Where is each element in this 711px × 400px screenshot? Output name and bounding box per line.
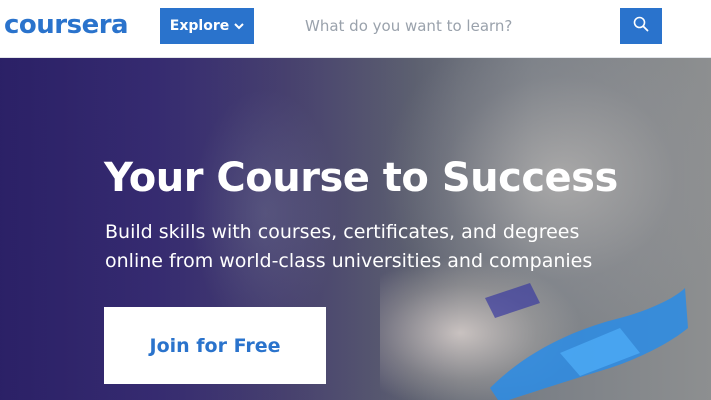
join-for-free-button[interactable]: Join for Free bbox=[104, 307, 326, 384]
hero-subtitle: Build skills with courses, certificates,… bbox=[105, 221, 593, 272]
explore-button-label: Explore bbox=[169, 18, 230, 34]
hero-title: Your Course to Success bbox=[104, 155, 618, 201]
hero-banner: Your Course to Success Build skills with… bbox=[0, 58, 711, 400]
search-input[interactable] bbox=[293, 8, 620, 44]
search-button[interactable] bbox=[620, 8, 662, 44]
top-header: coursera Explore bbox=[0, 0, 711, 58]
chevron-down-icon bbox=[234, 22, 244, 30]
explore-button[interactable]: Explore bbox=[160, 8, 254, 44]
coursera-logo[interactable]: coursera bbox=[4, 10, 129, 40]
search-icon bbox=[633, 16, 649, 36]
search-box bbox=[293, 8, 620, 44]
